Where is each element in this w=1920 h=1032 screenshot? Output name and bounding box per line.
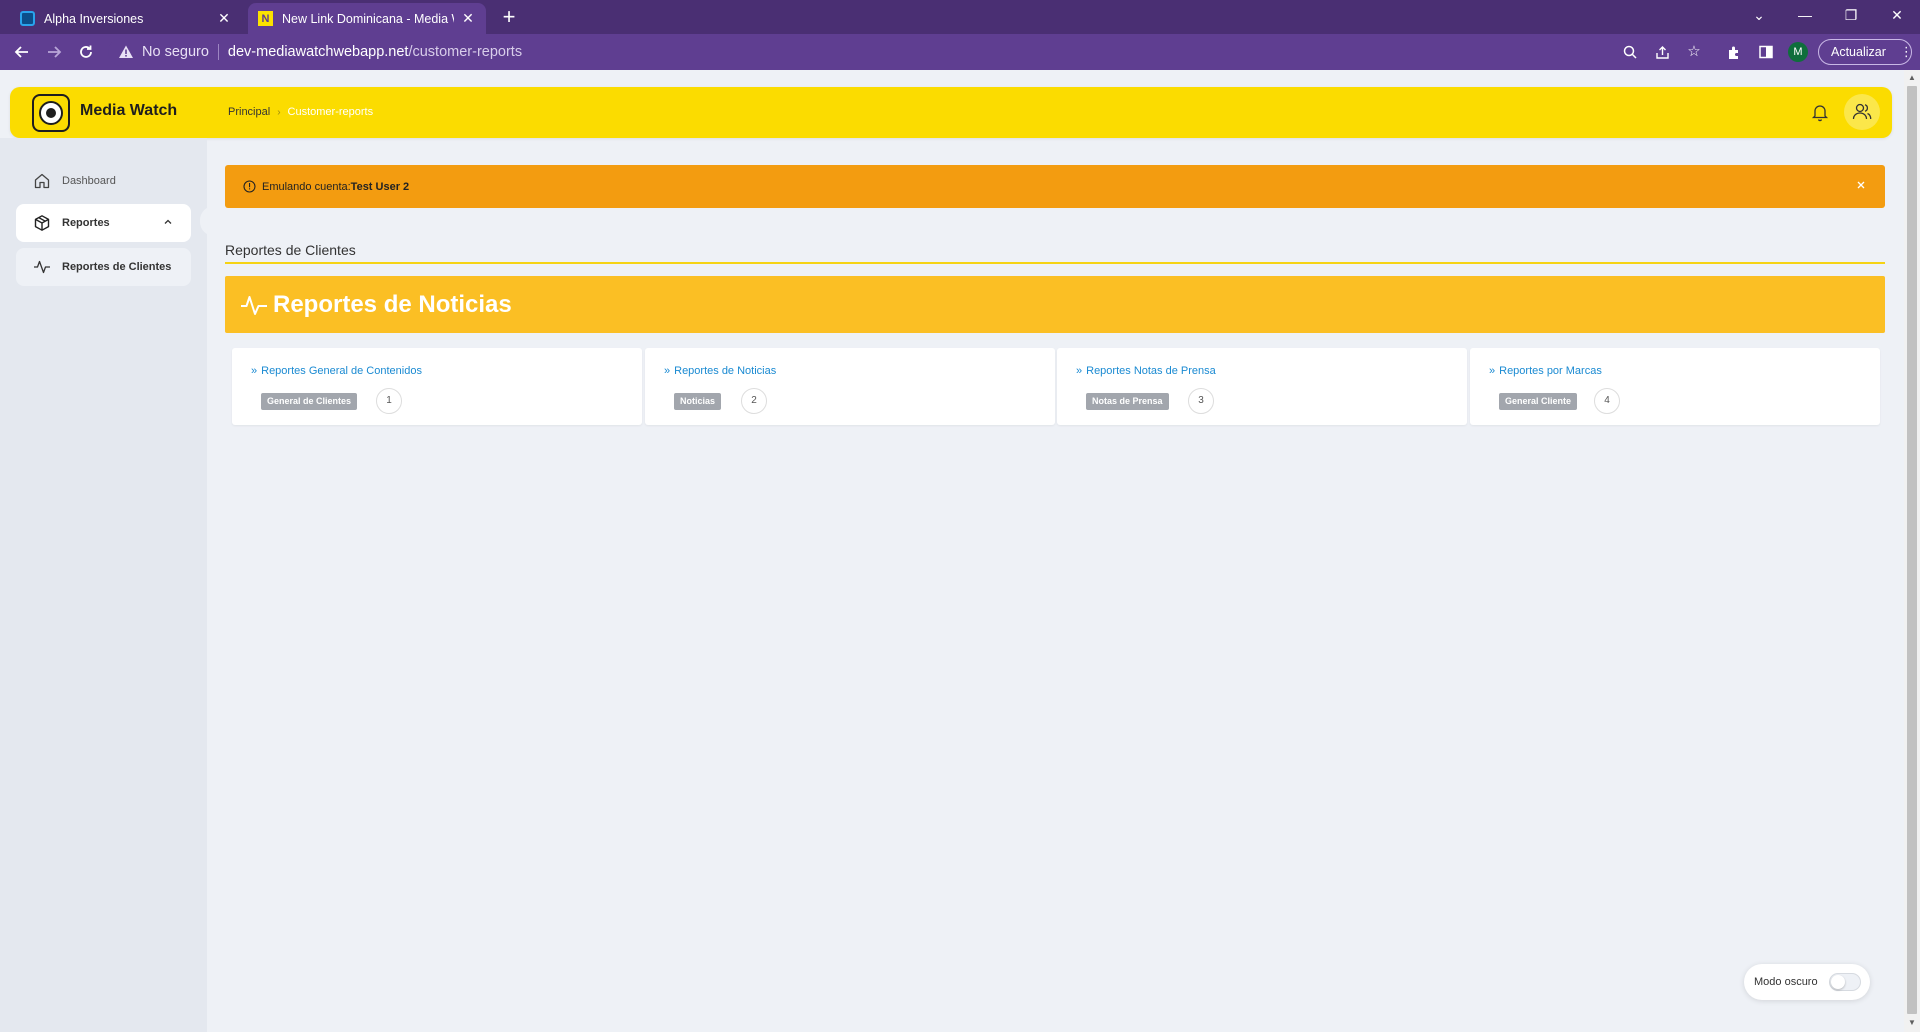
report-count-badge: 3 bbox=[1188, 388, 1214, 414]
info-circle-icon bbox=[243, 180, 256, 193]
report-count-badge: 4 bbox=[1594, 388, 1620, 414]
app-name: Media Watch bbox=[80, 102, 178, 119]
sidebar-item-label: Reportes bbox=[62, 217, 110, 229]
users-icon bbox=[1852, 103, 1872, 120]
sidebar-item-reportes[interactable]: Reportes bbox=[16, 204, 191, 242]
banner-title: Reportes de Noticias bbox=[273, 290, 512, 318]
home-icon bbox=[34, 173, 50, 189]
security-label[interactable]: No seguro bbox=[142, 44, 209, 60]
breadcrumb-current: Customer-reports bbox=[287, 106, 374, 118]
report-tag: General Cliente bbox=[1499, 393, 1578, 410]
window-close-icon[interactable]: ✕ bbox=[1874, 4, 1920, 26]
alpha-favicon-icon bbox=[20, 11, 35, 26]
report-count-badge: 1 bbox=[376, 388, 402, 414]
zoom-icon[interactable] bbox=[1620, 42, 1640, 62]
emulation-alert: Emulando cuenta: Test User 2 bbox=[225, 165, 1885, 208]
url-path: /customer-reports bbox=[408, 44, 523, 60]
side-panel-icon[interactable] bbox=[1756, 42, 1776, 62]
app-logo[interactable] bbox=[32, 94, 70, 132]
scroll-down-icon[interactable]: ▼ bbox=[1907, 1018, 1917, 1028]
report-link-label: Reportes General de Contenidos bbox=[261, 365, 422, 377]
breadcrumb-home[interactable]: Principal bbox=[228, 106, 270, 118]
tab-title: New Link Dominicana - Media W bbox=[282, 11, 454, 26]
browser-tab-medialink[interactable]: N New Link Dominicana - Media W ✕ bbox=[248, 3, 486, 34]
reports-banner: Reportes de Noticias bbox=[225, 276, 1885, 333]
report-link[interactable]: » Reportes General de Contenidos bbox=[251, 365, 422, 377]
close-tab-icon[interactable]: ✕ bbox=[460, 10, 476, 27]
sidebar-item-reportes-de-clientes[interactable]: Reportes de Clientes bbox=[16, 248, 191, 286]
browser-toolbar: No seguro dev-mediawatchwebapp.net/custo… bbox=[0, 34, 1920, 70]
chevron-right-icon: › bbox=[277, 106, 281, 118]
more-menu-icon[interactable]: ⋮ bbox=[1900, 44, 1913, 60]
url-text[interactable]: dev-mediawatchwebapp.net/customer-report… bbox=[228, 44, 522, 60]
update-label: Actualizar bbox=[1831, 45, 1886, 59]
double-chevron-right-icon: » bbox=[1489, 365, 1495, 377]
forward-icon[interactable] bbox=[42, 40, 66, 64]
alert-prefix: Emulando cuenta: bbox=[262, 180, 351, 193]
extensions-icon[interactable] bbox=[1724, 42, 1744, 62]
close-tab-icon[interactable]: ✕ bbox=[216, 10, 232, 27]
report-link-label: Reportes Notas de Prensa bbox=[1086, 365, 1216, 377]
share-icon[interactable] bbox=[1652, 42, 1672, 62]
report-link-label: Reportes por Marcas bbox=[1499, 365, 1602, 377]
reload-icon[interactable] bbox=[74, 40, 98, 64]
url-host: dev-mediawatchwebapp.net bbox=[227, 44, 409, 60]
box-icon bbox=[34, 215, 50, 231]
report-card: » Reportes General de Contenidos General… bbox=[232, 348, 642, 425]
browser-tab-bar: Alpha Inversiones ✕ N New Link Dominican… bbox=[0, 0, 1920, 34]
scrollbar-thumb[interactable] bbox=[1907, 86, 1917, 1014]
close-icon[interactable] bbox=[1855, 179, 1867, 191]
double-chevron-right-icon: » bbox=[1076, 365, 1082, 377]
double-chevron-right-icon: » bbox=[251, 365, 257, 377]
report-tag: General de Clientes bbox=[261, 393, 358, 410]
report-tag: Noticias bbox=[674, 393, 722, 410]
title-divider bbox=[225, 262, 1885, 264]
sidebar: Dashboard Reportes Reportes de Clientes bbox=[0, 138, 207, 1032]
sidebar-item-dashboard[interactable]: Dashboard bbox=[16, 162, 191, 200]
url-bar[interactable]: No seguro dev-mediawatchwebapp.net/custo… bbox=[108, 38, 1814, 66]
profile-avatar[interactable]: M bbox=[1788, 42, 1808, 62]
dark-mode-label: Modo oscuro bbox=[1754, 976, 1818, 988]
tab-search-icon[interactable]: ⌄ bbox=[1736, 4, 1782, 26]
page-scrollbar[interactable]: ▲ ▼ bbox=[1904, 70, 1920, 1032]
report-card: » Reportes de Noticias Noticias 2 bbox=[645, 348, 1055, 425]
activity-icon bbox=[34, 260, 50, 274]
report-link[interactable]: » Reportes por Marcas bbox=[1489, 365, 1602, 377]
back-icon[interactable] bbox=[10, 40, 34, 64]
sidebar-item-label: Reportes de Clientes bbox=[62, 261, 172, 273]
chevron-up-icon[interactable] bbox=[163, 217, 173, 227]
notification-bell-icon[interactable] bbox=[1810, 102, 1830, 122]
eye-logo-icon bbox=[39, 101, 63, 125]
page-title: Reportes de Clientes bbox=[225, 242, 356, 258]
restore-icon[interactable]: ❐ bbox=[1828, 4, 1874, 26]
dark-mode-toggle[interactable]: Modo oscuro bbox=[1744, 964, 1870, 1000]
app-header: Media Watch Principal › Customer-reports bbox=[10, 87, 1892, 138]
minimize-icon[interactable]: — bbox=[1782, 4, 1828, 26]
warning-icon bbox=[119, 45, 133, 58]
report-tag: Notas de Prensa bbox=[1086, 393, 1169, 410]
double-chevron-right-icon: » bbox=[664, 365, 670, 377]
report-card: » Reportes Notas de Prensa Notas de Pren… bbox=[1057, 348, 1467, 425]
sidebar-item-label: Dashboard bbox=[62, 175, 116, 187]
switch-knob bbox=[1831, 975, 1845, 989]
url-divider bbox=[217, 44, 219, 60]
report-link[interactable]: » Reportes Notas de Prensa bbox=[1076, 365, 1216, 377]
new-tab-button[interactable]: + bbox=[497, 5, 521, 29]
alert-account: Test User 2 bbox=[350, 180, 410, 193]
breadcrumb: Principal › Customer-reports bbox=[228, 106, 373, 118]
bookmark-star-icon[interactable]: ☆ bbox=[1684, 42, 1704, 62]
update-browser-button[interactable]: Actualizar ⋮ bbox=[1818, 39, 1913, 65]
report-card: » Reportes por Marcas General Cliente 4 bbox=[1470, 348, 1880, 425]
report-count-badge: 2 bbox=[741, 388, 767, 414]
browser-tab-alpha[interactable]: Alpha Inversiones ✕ bbox=[10, 3, 242, 34]
newlink-favicon-icon: N bbox=[258, 11, 273, 26]
report-link-label: Reportes de Noticias bbox=[674, 365, 777, 377]
report-link[interactable]: » Reportes de Noticias bbox=[664, 365, 776, 377]
user-menu-button[interactable] bbox=[1844, 94, 1880, 130]
tab-title: Alpha Inversiones bbox=[44, 11, 144, 26]
scroll-up-icon[interactable]: ▲ bbox=[1907, 73, 1917, 83]
dark-mode-switch[interactable] bbox=[1829, 973, 1861, 991]
activity-icon bbox=[241, 295, 267, 315]
